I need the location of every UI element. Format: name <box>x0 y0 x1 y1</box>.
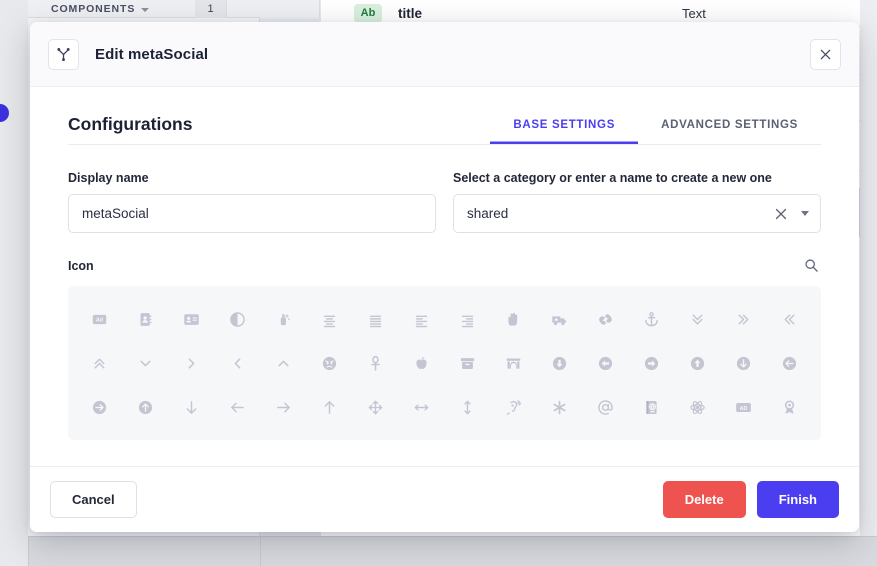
arrow-alt-circle-down-icon[interactable] <box>536 341 582 385</box>
arrow-circle-up-icon[interactable] <box>123 385 169 429</box>
chevron-down-icon[interactable] <box>141 7 150 12</box>
arrow-circle-right-icon[interactable] <box>77 385 123 429</box>
allergies-icon[interactable] <box>490 297 536 341</box>
status-dot <box>0 104 9 122</box>
angle-double-left-icon[interactable] <box>720 297 766 341</box>
angle-double-right-icon[interactable] <box>766 297 812 341</box>
award-icon[interactable] <box>766 385 812 429</box>
form-fields: Display name metaSocial Select a categor… <box>68 171 821 233</box>
category-label: Select a category or enter a name to cre… <box>453 171 772 185</box>
display-name-input[interactable]: metaSocial <box>68 194 436 233</box>
angle-down-icon[interactable] <box>123 341 169 385</box>
search-icon[interactable] <box>802 256 821 275</box>
air-freshener-icon[interactable] <box>261 297 307 341</box>
ad-icon[interactable]: Ad <box>77 297 123 341</box>
delete-button[interactable]: Delete <box>662 481 746 518</box>
align-left-icon[interactable] <box>399 297 445 341</box>
angle-left-icon[interactable] <box>169 341 215 385</box>
arrows-alt-v-icon[interactable] <box>445 385 491 429</box>
finish-button[interactable]: Finish <box>756 481 839 518</box>
arrows-alt-icon[interactable] <box>353 385 399 429</box>
arrow-circle-left-icon[interactable] <box>766 341 812 385</box>
cancel-button[interactable]: Cancel <box>50 481 137 518</box>
modal-footer: Cancel Delete Finish <box>30 466 859 532</box>
archway-icon[interactable] <box>490 341 536 385</box>
anchor-icon[interactable] <box>628 297 674 341</box>
ankh-icon[interactable] <box>353 341 399 385</box>
category-value: shared <box>467 206 509 221</box>
angle-right-icon[interactable] <box>215 341 261 385</box>
modal-header: Edit metaSocial <box>30 22 859 87</box>
icon-grid: Ad AD <box>68 286 821 440</box>
chevron-down-icon[interactable] <box>801 211 809 216</box>
select-controls <box>774 207 809 221</box>
atom-icon[interactable] <box>674 385 720 429</box>
components-count: 1 <box>195 0 227 18</box>
text-type-chip: Ab <box>354 3 382 23</box>
tab-base-settings[interactable]: BASE SETTINGS <box>490 113 638 144</box>
at-icon[interactable] <box>582 385 628 429</box>
assistive-listening-systems-icon[interactable] <box>490 385 536 429</box>
icon-picker-header: Icon <box>68 256 821 275</box>
align-justify-icon[interactable] <box>353 297 399 341</box>
audio-description-icon[interactable]: AD <box>720 385 766 429</box>
angle-double-down-icon[interactable] <box>674 297 720 341</box>
page-title: Configurations <box>68 114 193 134</box>
asterisk-icon[interactable] <box>536 385 582 429</box>
bg-footer-divider <box>260 536 261 566</box>
screen: Ab title Text COMPONENTS 1 Edit metaSoci… <box>0 0 877 566</box>
address-card-icon[interactable] <box>169 297 215 341</box>
apple-alt-icon[interactable] <box>399 341 445 385</box>
bg-scrollbar[interactable] <box>860 0 877 536</box>
settings-tabs: BASE SETTINGS ADVANCED SETTINGS <box>490 113 821 144</box>
arrow-left-icon[interactable] <box>215 385 261 429</box>
american-sign-language-interpreting-icon[interactable] <box>582 297 628 341</box>
arrows-alt-h-icon[interactable] <box>399 385 445 429</box>
arrow-alt-circle-right-icon[interactable] <box>628 341 674 385</box>
bg-footer-area <box>28 536 877 566</box>
arrow-right-icon[interactable] <box>261 385 307 429</box>
bg-footer-divider <box>28 536 29 566</box>
edit-component-modal: Edit metaSocial Configurations BASE SETT… <box>30 22 859 532</box>
address-book-icon[interactable] <box>123 297 169 341</box>
arrow-circle-down-icon[interactable] <box>720 341 766 385</box>
align-right-icon[interactable] <box>445 297 491 341</box>
arrow-alt-circle-up-icon[interactable] <box>674 341 720 385</box>
svg-text:Ad: Ad <box>96 317 103 323</box>
ambulance-icon[interactable] <box>536 297 582 341</box>
display-name-label: Display name <box>68 171 149 185</box>
angle-up-icon[interactable] <box>261 341 307 385</box>
icon-picker: Icon Ad AD <box>68 256 821 440</box>
category-select[interactable]: shared <box>453 194 821 233</box>
section-header: Configurations BASE SETTINGS ADVANCED SE… <box>68 113 821 144</box>
display-name-field: Display name metaSocial <box>68 171 436 233</box>
bg-secondary-column <box>260 0 320 18</box>
arrow-up-icon[interactable] <box>307 385 353 429</box>
angry-icon[interactable] <box>307 341 353 385</box>
arrow-down-icon[interactable] <box>169 385 215 429</box>
bg-row-type: Text <box>682 5 706 21</box>
icon-label: Icon <box>68 258 94 273</box>
arrow-alt-circle-left-icon[interactable] <box>582 341 628 385</box>
align-center-icon[interactable] <box>307 297 353 341</box>
atlas-icon[interactable] <box>628 385 674 429</box>
tab-advanced-settings[interactable]: ADVANCED SETTINGS <box>638 113 821 144</box>
bg-row-title: title <box>398 5 423 21</box>
adjust-icon[interactable] <box>215 297 261 341</box>
close-icon[interactable] <box>810 38 841 70</box>
section-divider <box>68 144 821 145</box>
sitemap-branch-icon <box>48 38 79 70</box>
category-field: Select a category or enter a name to cre… <box>453 171 821 233</box>
close-icon[interactable] <box>774 207 788 221</box>
svg-text:AD: AD <box>739 405 747 411</box>
modal-title: Edit metaSocial <box>95 45 209 63</box>
components-label: COMPONENTS <box>51 2 136 15</box>
archive-icon[interactable] <box>445 341 491 385</box>
angle-double-up-icon[interactable] <box>77 341 123 385</box>
modal-body: Configurations BASE SETTINGS ADVANCED SE… <box>30 87 859 466</box>
